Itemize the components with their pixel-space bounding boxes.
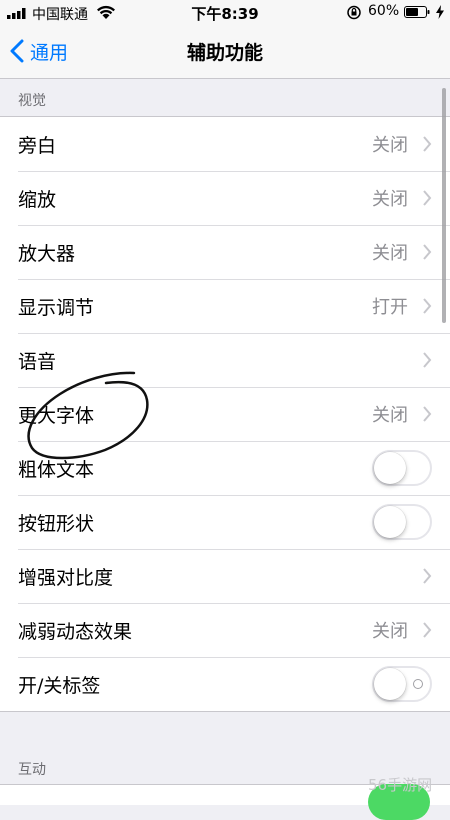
- row-zoom[interactable]: 缩放 关闭: [0, 171, 450, 225]
- row-label: 显示调节: [18, 296, 95, 319]
- row-button-shapes: 按钮形状: [0, 495, 450, 549]
- row-value: 关闭: [372, 405, 408, 426]
- row-value: 打开: [372, 297, 408, 318]
- chevron-right-icon: [423, 622, 432, 638]
- chevron-right-icon: [423, 406, 432, 422]
- chevron-right-icon: [423, 244, 432, 260]
- row-label: 旁白: [18, 134, 57, 157]
- section-header-vision: 视觉: [18, 93, 46, 109]
- row-label: 放大器: [18, 242, 76, 265]
- row-on-off-labels: 开/关标签: [0, 657, 450, 711]
- on-off-labels-toggle[interactable]: [372, 666, 432, 702]
- battery-percent: 60%: [368, 3, 400, 19]
- vision-settings-list: 旁白 关闭 缩放 关闭 放大器 关闭 显示调节 打开 语音 更大字体 关闭 粗体…: [0, 116, 450, 712]
- navigation-bar: 通用 辅助功能: [0, 26, 450, 79]
- row-magnifier[interactable]: 放大器 关闭: [0, 225, 450, 279]
- chevron-right-icon: [423, 298, 432, 314]
- row-label: 更大字体: [18, 404, 95, 427]
- watermark: 56手游网: [368, 776, 433, 794]
- toggle-knob: [374, 506, 406, 538]
- toggle-knob: [374, 668, 406, 700]
- row-value: 关闭: [372, 243, 408, 264]
- row-label: 减弱动态效果: [18, 620, 133, 643]
- row-label: 开/关标签: [18, 674, 101, 697]
- chevron-right-icon: [423, 136, 432, 152]
- row-label: 粗体文本: [18, 458, 95, 481]
- chevron-right-icon: [423, 190, 432, 206]
- row-label: 增强对比度: [18, 566, 114, 589]
- section-header-interaction: 互动: [18, 762, 46, 778]
- row-value: 关闭: [372, 189, 408, 210]
- row-label: 语音: [18, 350, 57, 373]
- row-label: 缩放: [18, 188, 57, 211]
- page-title: 辅助功能: [186, 42, 263, 64]
- bold-text-toggle[interactable]: [372, 450, 432, 486]
- charging-icon: [436, 5, 444, 19]
- row-display-accommodations[interactable]: 显示调节 打开: [0, 279, 450, 333]
- off-label-circle-icon: [413, 679, 423, 689]
- battery-icon: [404, 6, 430, 18]
- row-larger-text[interactable]: 更大字体 关闭: [0, 387, 450, 441]
- row-speech[interactable]: 语音: [0, 333, 450, 387]
- toggle-knob: [374, 452, 406, 484]
- row-bold-text: 粗体文本: [0, 441, 450, 495]
- row-label: 按钮形状: [18, 512, 95, 535]
- scrollbar[interactable]: [442, 88, 446, 323]
- rotation-lock-icon: [347, 5, 361, 20]
- row-value: 关闭: [372, 621, 408, 642]
- row-increase-contrast[interactable]: 增强对比度: [0, 549, 450, 603]
- row-value: 关闭: [372, 135, 408, 156]
- status-bar: 中国联通 下午8:39 60%: [0, 0, 450, 26]
- chevron-right-icon: [423, 568, 432, 584]
- row-reduce-motion[interactable]: 减弱动态效果 关闭: [0, 603, 450, 657]
- row-voiceover[interactable]: 旁白 关闭: [0, 117, 450, 171]
- button-shapes-toggle[interactable]: [372, 504, 432, 540]
- chevron-right-icon: [423, 352, 432, 368]
